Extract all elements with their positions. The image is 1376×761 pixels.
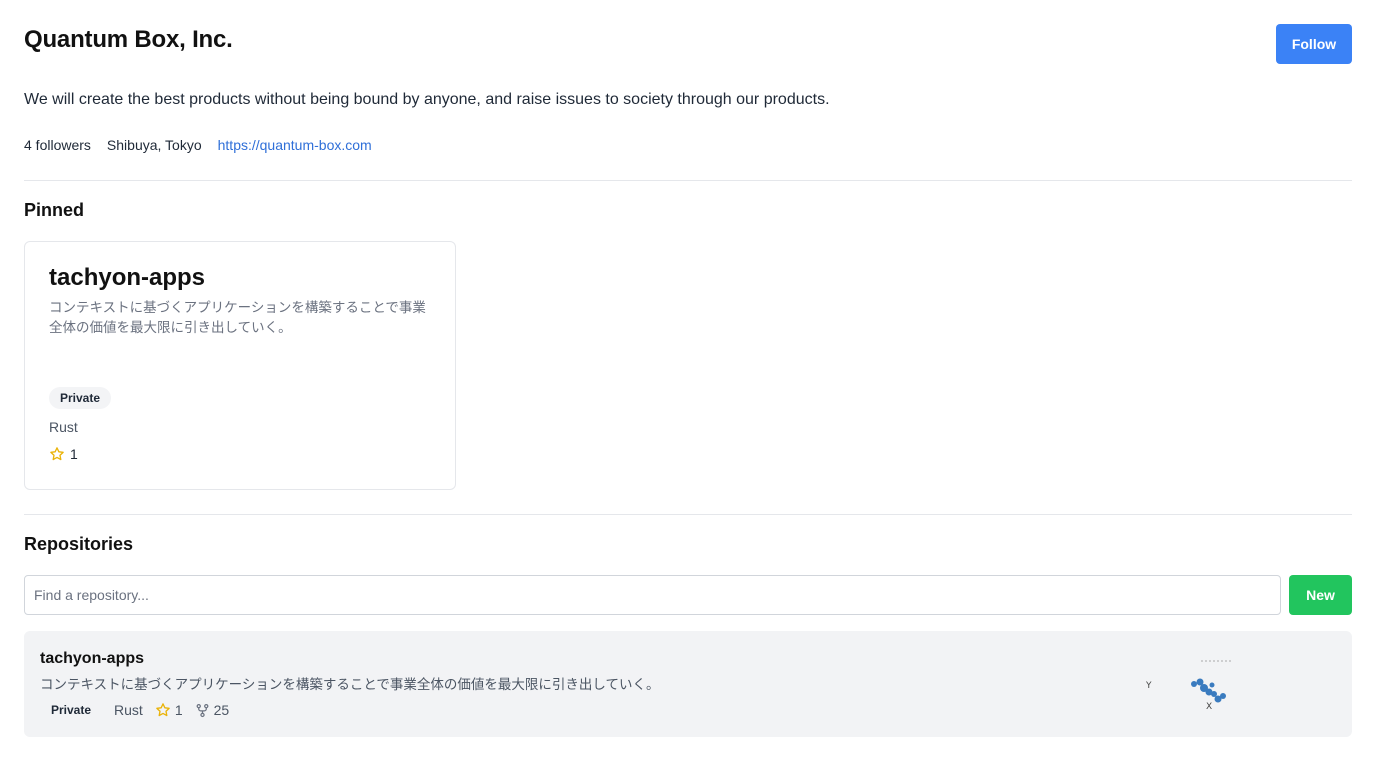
repo-language: Rust	[114, 702, 143, 718]
divider	[24, 180, 1352, 181]
repo-description: コンテキストに基づくアプリケーションを構築することで事業全体の価値を最大限に引き…	[40, 677, 660, 693]
org-name: Quantum Box, Inc.	[24, 26, 233, 53]
star-count-value: 1	[70, 446, 78, 462]
org-description: We will create the best products without…	[24, 91, 830, 108]
star-icon	[50, 447, 64, 461]
org-website-link[interactable]: https://quantum-box.com	[218, 137, 372, 153]
chart-axis-label: Y	[1145, 681, 1152, 691]
divider	[24, 514, 1352, 515]
visibility-badge: Private	[51, 703, 92, 717]
repositories-section-title: Repositories	[24, 534, 134, 554]
follow-button[interactable]: Follow	[1276, 24, 1352, 64]
star-count-value: 1	[174, 702, 183, 718]
repo-name[interactable]: tachyon-apps	[40, 650, 144, 668]
org-meta: 4 followers Shibuya, Tokyo https://quant…	[24, 137, 372, 153]
repo-list-item[interactable]: tachyon-apps コンテキストに基づくアプリケーションを構築することで事…	[24, 631, 1352, 737]
star-count[interactable]: 1	[155, 702, 183, 718]
visibility-badge: Private	[49, 387, 112, 409]
pinned-repo-name[interactable]: tachyon-apps	[49, 264, 205, 292]
chart-grid	[1201, 660, 1231, 662]
fork-icon	[196, 703, 209, 717]
star-count[interactable]: 1	[49, 446, 78, 462]
activity-chart: Y X	[1145, 660, 1231, 712]
pinned-repo-description: コンテキストに基づくアプリケーションを構築することで事業全体の価値を最大限に引き…	[49, 300, 426, 336]
repo-search-input[interactable]	[24, 575, 1281, 615]
pinned-repo-card[interactable]: tachyon-apps コンテキストに基づくアプリケーションを構築することで事…	[24, 241, 456, 490]
new-repo-button[interactable]: New	[1289, 575, 1352, 615]
chart-marks	[1191, 678, 1226, 703]
fork-count[interactable]: 25	[195, 702, 230, 718]
chart-axis-label: X	[1206, 702, 1212, 712]
repo-language: Rust	[49, 419, 78, 435]
org-location: Shibuya, Tokyo	[106, 137, 202, 153]
repo-meta: Private Rust 1 25	[40, 699, 229, 721]
fork-count-value: 25	[213, 702, 230, 718]
followers-count[interactable]: 4 followers	[24, 137, 91, 153]
star-icon	[156, 703, 170, 717]
pinned-section-title: Pinned	[24, 200, 85, 220]
